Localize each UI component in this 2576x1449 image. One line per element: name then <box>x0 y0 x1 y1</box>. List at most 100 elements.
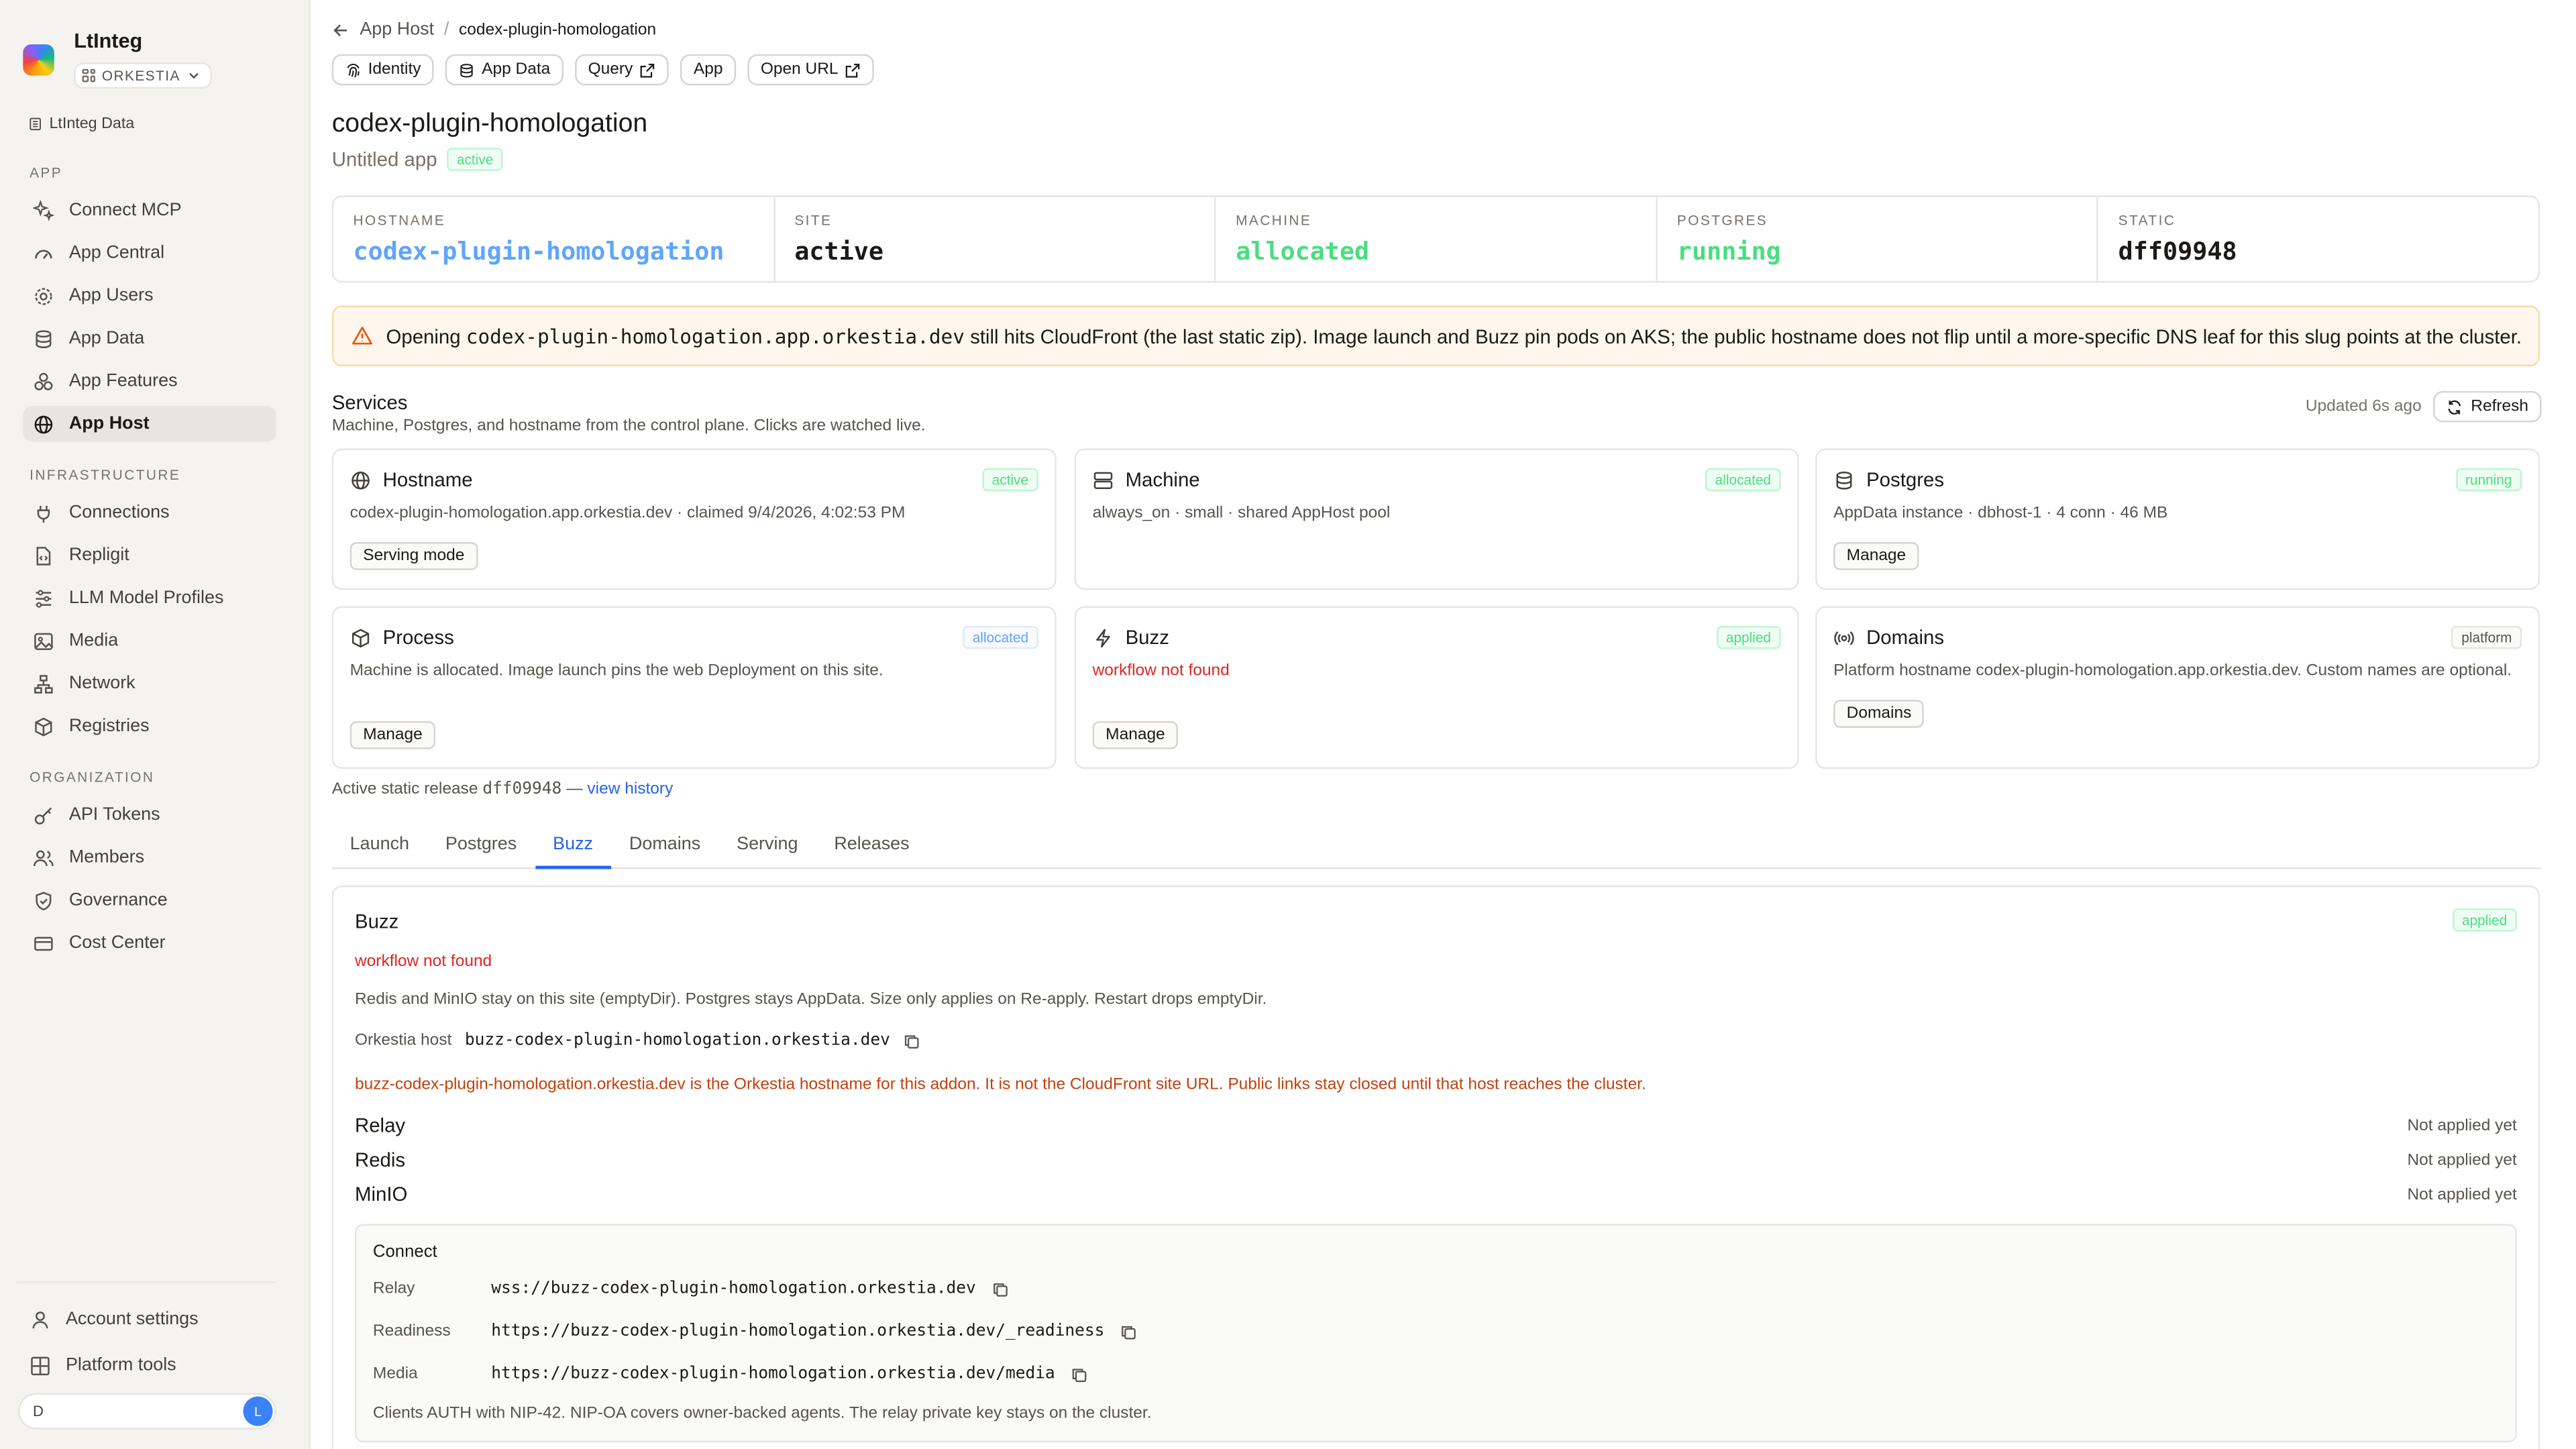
refresh-label: Refresh <box>2471 397 2529 416</box>
network-icon <box>33 673 54 694</box>
buzz-note: Redis and MinIO stay on this site (empty… <box>354 990 1267 1009</box>
nav-item-network[interactable]: Network <box>23 665 276 702</box>
status-badge: applied <box>2452 908 2517 932</box>
connect-row-relay: Relay wss://buzz-codex-plugin-homologati… <box>373 1280 1009 1298</box>
breadcrumb-parent[interactable]: App Host <box>360 19 434 39</box>
copy-icon[interactable] <box>1071 1366 1087 1382</box>
nav-item-app-host[interactable]: App Host <box>23 405 276 442</box>
component-status: Not applied yet <box>2407 1150 2517 1169</box>
hostname-card: Hostname active codex-plugin-homologatio… <box>331 448 1057 590</box>
connect-key: Readiness <box>372 1322 451 1341</box>
arrow-left-icon[interactable] <box>332 21 350 39</box>
nav-item-cost-center[interactable]: Cost Center <box>23 925 276 961</box>
nav-item-app-central[interactable]: App Central <box>23 235 276 271</box>
tab-releases[interactable]: Releases <box>816 830 927 869</box>
tab-serving[interactable]: Serving <box>718 830 816 869</box>
services-description: Machine, Postgres, and hostname from the… <box>331 417 926 435</box>
database-icon <box>460 62 474 77</box>
alert-suffix: still hits CloudFront (the last static z… <box>964 324 2522 347</box>
stat-static: STATIC dff09948 <box>2098 197 2538 281</box>
brand-name: LtInteg <box>74 30 143 53</box>
component-name: MinIO <box>354 1183 408 1206</box>
nav-item-registries[interactable]: Registries <box>23 708 276 745</box>
connect-value: wss://buzz-codex-plugin-homologation.ork… <box>491 1279 976 1298</box>
stat-postgres: POSTGRES running <box>1658 197 2099 281</box>
avatar[interactable]: L <box>243 1396 273 1426</box>
stat-label: MACHINE <box>1236 211 1312 229</box>
open-url-button[interactable]: Open URL <box>747 54 875 86</box>
status-badge: platform <box>2451 626 2522 649</box>
component-row-redis: Redis Not applied yet <box>355 1148 2517 1171</box>
nav-item-governance[interactable]: Governance <box>23 882 276 918</box>
breadcrumb-current: codex-plugin-homologation <box>459 20 657 39</box>
nav-item-repligit[interactable]: Repligit <box>23 537 276 574</box>
nav-item-app-features[interactable]: App Features <box>23 363 276 399</box>
app-button[interactable]: App <box>680 54 737 86</box>
nav-item-media[interactable]: Media <box>23 623 276 659</box>
card-detail: Platform hostname codex-plugin-homologat… <box>1833 661 2512 680</box>
refresh-button[interactable]: Refresh <box>2432 390 2542 423</box>
card-header: Domains platform <box>1833 626 2522 649</box>
nav-item-app-users[interactable]: App Users <box>23 278 276 314</box>
page-subtitle: Untitled app active <box>332 148 504 171</box>
nav-item-members[interactable]: Members <box>23 839 276 875</box>
nav-item-api-tokens[interactable]: API Tokens <box>23 797 276 833</box>
box-icon <box>33 716 54 737</box>
card-title: Machine <box>1125 468 1200 492</box>
tab-domains[interactable]: Domains <box>611 830 718 869</box>
serving-mode-button[interactable]: Serving mode <box>350 542 478 570</box>
workspace-data-link[interactable]: LtInteg Data <box>28 115 135 133</box>
tab-postgres[interactable]: Postgres <box>427 830 535 869</box>
view-history-link[interactable]: view history <box>587 780 673 798</box>
component-row-relay: Relay Not applied yet <box>355 1114 2517 1136</box>
card-title: Domains <box>1866 626 1945 649</box>
manage-buzz-button[interactable]: Manage <box>1092 721 1179 749</box>
user-icon <box>30 1309 51 1330</box>
component-name: Redis <box>354 1148 406 1172</box>
app-data-button[interactable]: App Data <box>445 54 564 86</box>
account-settings-link[interactable]: Account settings <box>19 1301 272 1338</box>
nav-label: Connections <box>68 502 170 523</box>
nav-label: Account settings <box>65 1309 199 1330</box>
tab-launch[interactable]: Launch <box>332 830 427 869</box>
card-title: Hostname <box>382 468 473 492</box>
org-switcher[interactable]: ORKESTIA <box>74 61 212 89</box>
stat-value: allocated <box>1236 236 1370 266</box>
chevron-down-icon <box>189 72 199 78</box>
stat-value: running <box>1676 236 1781 266</box>
release-dash: — <box>561 780 588 799</box>
copy-icon[interactable] <box>992 1281 1008 1297</box>
workspace-data-label: LtInteg Data <box>49 115 135 133</box>
user-initial: D <box>32 1403 44 1419</box>
platform-tools-link[interactable]: Platform tools <box>19 1347 272 1383</box>
nav-label: App Features <box>68 371 178 391</box>
domains-button[interactable]: Domains <box>1833 700 1925 728</box>
org-name: ORKESTIA <box>101 66 180 83</box>
connect-key: Relay <box>372 1279 415 1298</box>
nav-item-app-data[interactable]: App Data <box>23 321 276 357</box>
refresh-area: Updated 6s ago Refresh <box>2306 390 2542 423</box>
connect-row-media: Media https://buzz-codex-plugin-homologa… <box>373 1365 1088 1383</box>
tab-buzz[interactable]: Buzz <box>535 830 611 869</box>
manage-postgres-button[interactable]: Manage <box>1833 542 1919 570</box>
radio-icon <box>1834 630 1854 645</box>
connect-box: Connect Relay wss://buzz-codex-plugin-ho… <box>354 1224 2517 1443</box>
zap-icon <box>1096 628 1110 647</box>
connect-footer: Clients AUTH with NIP-42. NIP-OA covers … <box>372 1404 1152 1423</box>
status-badge: active <box>981 468 1038 492</box>
copy-icon[interactable] <box>903 1032 919 1049</box>
identity-button[interactable]: Identity <box>331 54 435 86</box>
open-url-label: Open URL <box>760 60 839 79</box>
user-menu[interactable]: D L <box>17 1393 276 1430</box>
nav-item-llm-model-profiles[interactable]: LLM Model Profiles <box>23 580 276 616</box>
section-label-app: APP <box>30 164 63 181</box>
copy-icon[interactable] <box>1121 1324 1137 1340</box>
fingerprint-icon <box>347 62 360 77</box>
manage-process-button[interactable]: Manage <box>350 721 436 749</box>
nav-item-connect-mcp[interactable]: Connect MCP <box>23 193 276 229</box>
query-button[interactable]: Query <box>575 54 669 86</box>
host-label: Orkestia host <box>354 1031 452 1050</box>
nav-label: App Host <box>68 414 150 434</box>
nav-item-connections[interactable]: Connections <box>23 494 276 531</box>
status-badge: running <box>2455 468 2522 492</box>
